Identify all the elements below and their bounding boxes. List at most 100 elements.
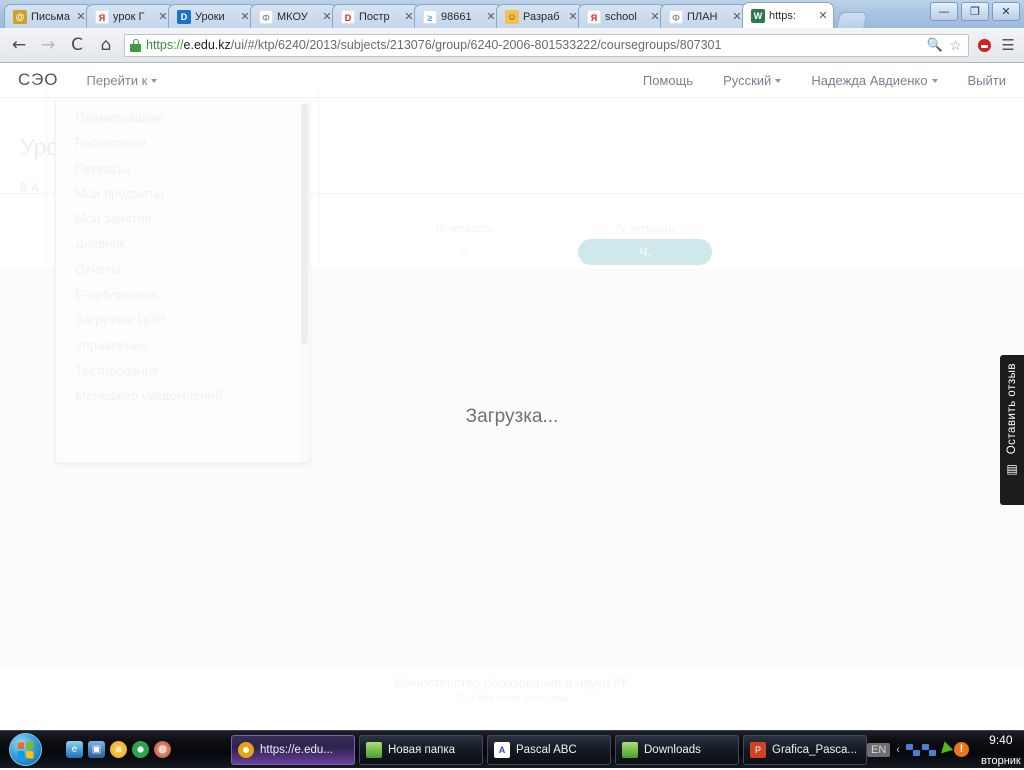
reload-icon[interactable]: C [66,34,88,56]
tab-title: https: [769,9,796,22]
browser-tab[interactable]: ☺ Разраб ✕ [496,4,584,28]
menu-item-reports[interactable]: Отчеты [56,257,309,282]
browser-tab[interactable]: D Уроки ✕ [168,4,256,28]
menu-item-planning[interactable]: Планирование [56,105,309,130]
browser-tab[interactable]: Я school ✕ [578,4,666,28]
taskbar-item-powerpoint[interactable]: P Grafica_Pasca... [743,734,867,765]
folder-icon [622,741,638,758]
minimize-button[interactable]: — [930,2,958,21]
taskbar-item-label: Pascal ABC [516,743,577,756]
browser-window: @ Письма ✕ Я урок Г ✕ D Уроки ✕ Ф МКОУ ✕… [0,0,1024,730]
chrome-menu-icon[interactable]: ☰ [1000,36,1016,54]
menu-item-testing[interactable]: Тестирование [56,358,309,383]
chevron-down-icon [931,79,938,84]
tab-title: урок Г [113,10,145,23]
taskbar-item-downloads[interactable]: Downloads [615,734,739,765]
browser-toolbar: ← → C ⌂ https://e.edu.kz/ui/#/ktp/6240/2… [0,28,1024,63]
dropdown-scrollbar-thumb[interactable] [301,104,308,344]
windows-taskbar: e ▣ a ◍ https://e.edu... Новая папка A P… [0,730,1024,768]
help-link[interactable]: Помощь [643,73,693,88]
tab-title: ПЛАН [687,10,718,23]
tab-title: school [605,10,637,23]
quick-launch-bar: e ▣ a ◍ [66,741,171,758]
chrome-icon[interactable] [132,741,149,758]
new-tab-button[interactable] [836,12,868,28]
menu-item-notification-manager[interactable]: Менеджер уведомлений [56,383,309,408]
chrome-icon [238,741,254,758]
user-name-label: Надежда Авдиенко [811,72,928,88]
browser-tab[interactable]: Я урок Г ✕ [86,4,174,28]
menu-item-diary[interactable]: Дневник [56,231,309,256]
tray-icons: ! [905,742,969,757]
taskbar-clock[interactable]: 9:40 вторник [975,730,1024,770]
download-arrow-icon[interactable] [938,743,952,757]
feedback-tab[interactable]: Оставить отзыв ▤ [1000,355,1024,505]
adblock-extension-icon[interactable] [976,36,993,54]
bookmark-star-icon[interactable]: ☆ [948,37,963,54]
quarter-pill-selected[interactable]: Ч. [578,239,712,265]
tab-title: 98661 [441,10,472,23]
menu-item-e-library[interactable]: Е-библиотека [56,282,309,307]
address-bar[interactable]: https://e.edu.kz/ui/#/ktp/6240/2013/subj… [124,33,969,57]
taskbar-item-chrome[interactable]: https://e.edu... [231,734,355,765]
taskbar-item-pascal[interactable]: A Pascal ABC [487,734,611,765]
quarter-cell-selected[interactable]: IV четверть Ч. [550,223,740,269]
tab-title: Постр [359,10,390,23]
taskbar-item-folder[interactable]: Новая папка [359,734,483,765]
show-desktop-icon[interactable]: ▣ [88,741,105,758]
menu-item-my-subjects[interactable]: Мои предметы [56,181,309,206]
quarter-pill[interactable]: Ч. [398,239,532,265]
user-menu[interactable]: Надежда Авдиенко [811,72,938,88]
system-tray: EN ‹ ! 9:40 вторник [867,730,1024,770]
logout-link[interactable]: Выйти [968,73,1007,88]
folder-icon [366,741,382,758]
footer-ministry-text: Министерство образования и науки РК [394,675,630,690]
globe-icon: Ф [259,9,273,24]
taskbar-item-label: Grafica_Pasca... [772,743,858,756]
app-icon[interactable]: ◍ [154,741,171,758]
yandex-icon: Я [587,9,601,24]
browser-tab[interactable]: Ф ПЛАН ✕ [660,4,748,28]
browser-tab-active[interactable]: W https: ✕ [742,2,834,28]
menu-item-periods[interactable]: Периоды [56,156,309,181]
tray-expand-icon[interactable]: ‹ [896,744,900,756]
clock-time: 9:40 [989,732,1013,747]
close-window-button[interactable]: ✕ [992,2,1020,21]
menu-item-cor-loader[interactable]: Загрузчик ЦОР [56,307,309,332]
back-icon[interactable]: ← [8,34,30,56]
menu-item-schedule[interactable]: Расписание [56,130,309,155]
taskbar-item-label: Downloads [644,743,701,756]
quarter-cell[interactable]: III четверть Ч. [370,223,560,269]
browser-tab[interactable]: ≥ 98661 ✕ [414,4,502,28]
url-text: https://e.edu.kz/ui/#/ktp/6240/2013/subj… [146,38,922,52]
maximize-button[interactable]: ❐ [961,2,989,21]
action-center-alert-icon[interactable]: ! [953,742,969,757]
goto-dropdown-menu[interactable]: Планирование Расписание Периоды Мои пред… [55,100,310,463]
forward-icon[interactable]: → [37,34,59,56]
lock-icon [130,38,141,52]
tab-close-icon[interactable]: ✕ [817,10,829,22]
menu-item-my-classes[interactable]: Мои занятия [56,206,309,231]
network-icon[interactable] [921,743,936,756]
tab-title: Разраб [523,10,560,23]
internet-explorer-icon[interactable]: e [66,741,83,758]
goto-menu-button[interactable]: Перейти к [87,73,158,88]
home-icon[interactable]: ⌂ [95,34,117,56]
menu-item-management[interactable]: Управление [56,333,309,358]
page-title: Уро [20,134,60,160]
network-icon[interactable] [905,743,920,756]
doc-icon: D [177,9,191,24]
quarter-label: IV четверть [615,223,675,235]
browser-tab[interactable]: @ Письма ✕ [4,4,92,28]
browser-tab[interactable]: D Постр ✕ [332,4,420,28]
app-logo[interactable]: СЭО [18,70,59,90]
page-icon: ≥ [423,9,437,24]
search-icon[interactable]: 🔍 [927,37,943,53]
browser-tab[interactable]: Ф МКОУ ✕ [250,4,338,28]
header-right-nav: Помощь Русский Надежда Авдиенко Выйти [613,73,1006,88]
language-indicator[interactable]: EN [867,742,891,757]
language-selector[interactable]: Русский [723,73,782,88]
start-button[interactable] [2,732,48,768]
avast-icon[interactable]: a [110,741,127,758]
mail-icon: @ [13,9,27,24]
